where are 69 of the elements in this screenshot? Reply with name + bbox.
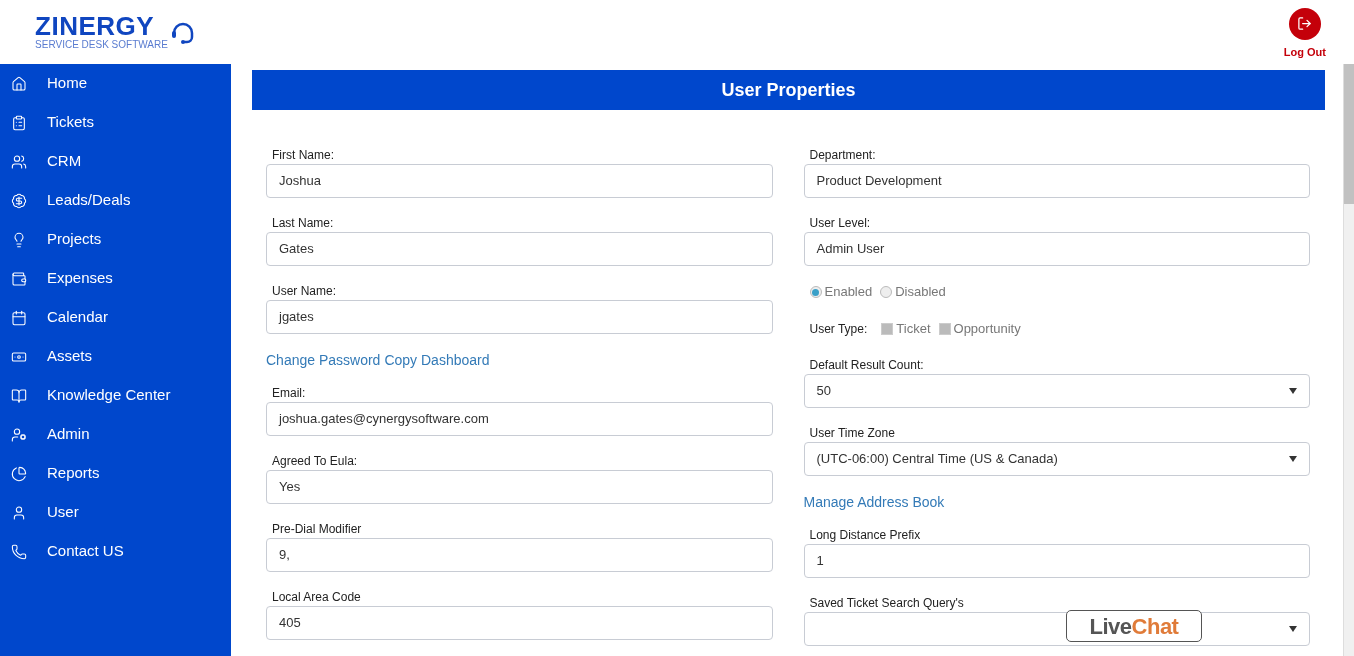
sidebar-item[interactable]: Assets	[0, 337, 231, 376]
lightbulb-icon	[11, 231, 27, 248]
home-icon	[11, 75, 27, 92]
pie-chart-icon	[11, 465, 27, 482]
logout-button[interactable]: Log Out	[1283, 7, 1326, 61]
link[interactable]: Change Password	[266, 352, 381, 368]
field-label: User Time Zone	[808, 426, 896, 442]
link[interactable]: Copy Dashboard	[384, 352, 490, 368]
input-field[interactable]: Yes	[266, 470, 773, 504]
input-field[interactable]: Joshua	[266, 164, 773, 198]
field-label: Department:	[808, 148, 877, 164]
user-cog-icon	[11, 426, 27, 443]
checkbox[interactable]	[881, 323, 894, 335]
exit-door-icon	[1297, 16, 1313, 32]
caret-icon	[1289, 388, 1297, 394]
sidebar-item[interactable]: Projects	[0, 220, 231, 259]
checkbox-label: Ticket	[896, 321, 931, 337]
input-field[interactable]: 9,	[266, 538, 773, 572]
users-icon	[11, 153, 27, 170]
sidebar-item[interactable]: Calendar	[0, 298, 231, 337]
checkbox[interactable]	[938, 323, 951, 335]
field-label: Long Distance Prefix	[808, 528, 922, 544]
sidebar-item[interactable]: Admin	[0, 415, 231, 454]
radio-label: Enabled	[824, 284, 873, 300]
sidebar-item[interactable]: CRM	[0, 142, 231, 181]
livechat-badge[interactable]: LiveChat	[1066, 610, 1202, 642]
link[interactable]: Manage Address Book	[803, 494, 945, 510]
sidebar-item[interactable]: Knowledge Center	[0, 376, 231, 415]
caret-icon	[1289, 626, 1297, 632]
user-icon	[11, 504, 27, 521]
field-label: Default Result Count:	[808, 358, 925, 374]
select-field[interactable]: (UTC-06:00) Central Time (US & Canada)	[803, 442, 1310, 476]
sidebar-item[interactable]: Home	[0, 64, 231, 103]
wallet-icon	[11, 270, 27, 287]
clipboard-icon	[11, 114, 27, 131]
select-field[interactable]: 50	[803, 374, 1310, 408]
book-icon	[11, 387, 27, 404]
sidebar-item[interactable]: Expenses	[0, 259, 231, 298]
radio-button[interactable]	[809, 286, 822, 298]
input-field[interactable]: Admin User	[803, 232, 1310, 266]
field-label: User Level:	[808, 216, 872, 232]
field-label: Local Area Code	[271, 590, 362, 606]
radio-label: Disabled	[895, 284, 946, 300]
field-label: Email:	[271, 386, 307, 402]
field-label: User Name:	[271, 284, 337, 300]
field-label: Saved Ticket Search Query's	[808, 596, 965, 612]
field-label: Agreed To Eula:	[271, 454, 359, 470]
radio-button[interactable]	[880, 286, 893, 298]
calendar-icon	[11, 309, 27, 326]
page-title-bar: User Properties	[252, 70, 1325, 110]
sidebar-item[interactable]: Reports	[0, 454, 231, 493]
phone-icon	[11, 543, 27, 560]
input-field[interactable]: 1	[803, 544, 1310, 578]
logo[interactable]: ZINERGY SERVICE DESK SOFTWARE	[35, 13, 196, 51]
sidebar-item[interactable]: User	[0, 493, 231, 532]
checkbox-label: Opportunity	[953, 321, 1021, 337]
field-label: Last Name:	[271, 216, 335, 232]
input-field[interactable]: joshua.gates@cynergysoftware.com	[266, 402, 773, 436]
field-label: First Name:	[271, 148, 335, 164]
sidebar-item[interactable]: Leads/Deals	[0, 181, 231, 220]
sidebar-item[interactable]: Contact US	[0, 532, 231, 571]
field-label: User Type:	[809, 321, 868, 337]
input-field[interactable]: jgates	[266, 300, 773, 334]
input-field[interactable]: Gates	[266, 232, 773, 266]
input-field[interactable]: 405	[266, 606, 773, 640]
input-field[interactable]: Product Development	[803, 164, 1310, 198]
field-label: Pre-Dial Modifier	[271, 522, 363, 538]
sidebar-item[interactable]: Tickets	[0, 103, 231, 142]
caret-icon	[1289, 456, 1297, 462]
